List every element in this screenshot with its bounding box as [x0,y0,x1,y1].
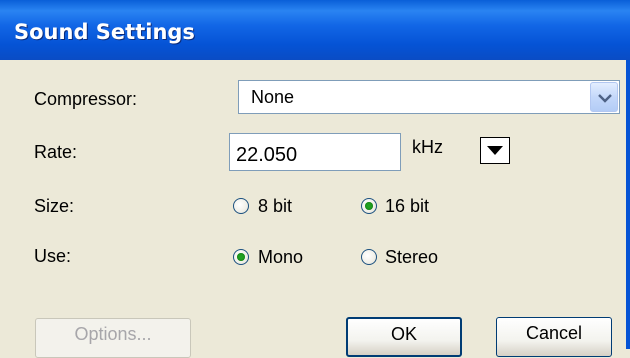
compressor-dropdown-button[interactable] [590,82,618,112]
use-stereo-label[interactable]: Stereo [385,247,438,268]
compressor-value: None [251,87,295,107]
rate-unit: kHz [412,137,443,157]
cancel-button[interactable]: Cancel [496,317,612,357]
rate-dropdown-button[interactable] [480,137,510,164]
rate-field[interactable] [229,133,401,171]
rate-input[interactable] [230,134,400,170]
triangle-down-icon [487,146,503,155]
rate-label: Rate: [34,142,78,162]
compressor-select[interactable]: None [238,80,620,114]
use-label: Use: [34,246,72,266]
compressor-label: Compressor: [34,89,138,109]
use-mono-radio[interactable] [233,249,249,265]
size-label: Size: [34,196,75,216]
ok-button[interactable]: OK [346,317,462,357]
window-border [626,60,630,349]
chevron-down-icon [598,94,612,103]
size-16bit-radio[interactable] [361,198,377,214]
window-title: Sound Settings [14,20,195,44]
use-stereo-radio[interactable] [361,249,377,265]
size-8bit-radio[interactable] [233,198,249,214]
size-16bit-label[interactable]: 16 bit [385,196,429,217]
size-8bit-label[interactable]: 8 bit [258,196,292,217]
options-button[interactable]: Options... [35,318,191,358]
title-bar[interactable]: Sound Settings [0,0,630,60]
use-mono-label[interactable]: Mono [258,247,303,268]
